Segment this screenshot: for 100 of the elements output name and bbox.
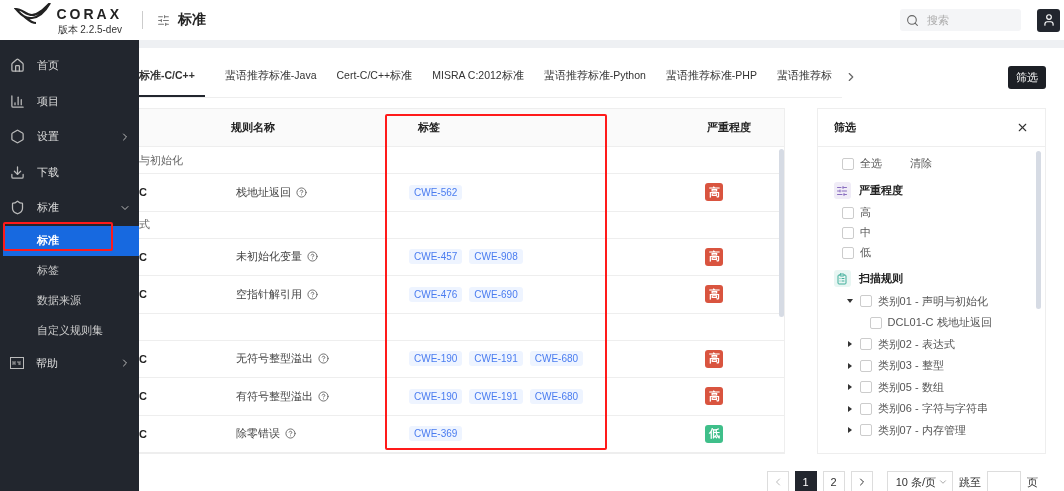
cwe-tag: CWE-680 [529,351,584,367]
rule-name: 栈地址返回 [236,184,291,200]
cwe-tag: CWE-457 [409,249,463,265]
column-header: 严重程度 [706,120,752,135]
tab[interactable]: 蜚语推荐标 [766,56,842,97]
rule-name: 有符号整型溢出 [236,388,313,404]
tree-label: 类别07 - 内存管理 [877,422,966,438]
sidebar-item-icon [10,129,25,145]
sidebar-item-icon [10,164,25,180]
page-title: 标准 [178,11,206,29]
caret-right-icon[interactable] [845,427,854,434]
page-suffix: 页 [1027,474,1038,490]
checkbox[interactable] [841,157,854,170]
tree-label: 类别01 - 声明与初始化 [877,293,988,309]
section-title: 扫描规则 [858,271,903,286]
tab[interactable]: 蜚语推荐标准-PHP [655,56,767,97]
sidebar-subitem[interactable]: 数据来源 [3,285,139,316]
checkbox[interactable] [859,381,872,394]
rule-name: 空指针解引用 [236,286,302,302]
search-input[interactable]: 搜索 [925,13,1005,27]
cwe-tag: CWE-191 [469,388,523,404]
caret-right-icon[interactable] [845,362,854,369]
cwe-tag: CWE-369 [409,426,463,442]
page-input[interactable] [987,471,1021,491]
rule-id: C [139,352,148,365]
tree-label: DCL01-C 栈地址返回 [887,315,992,331]
cwe-tag: CWE-476 [409,286,463,302]
close-icon[interactable] [1016,121,1029,134]
prev-page-button[interactable] [766,471,789,491]
sidebar-item[interactable]: 帮助 [0,345,139,381]
checkbox[interactable] [869,316,882,329]
page-button[interactable]: 2 [822,471,845,491]
filter-button[interactable]: 筛选 [1008,65,1046,89]
sidebar-item[interactable]: 下载 [0,154,139,190]
checkbox[interactable] [859,338,872,351]
caret-down-icon[interactable] [845,298,854,305]
tab[interactable]: 蜚语推荐标准-Python [533,56,656,97]
cwe-tag: CWE-908 [469,249,523,265]
section-title: 严重程度 [858,183,903,198]
search-field[interactable]: 搜索 [900,9,1021,31]
user-icon [1041,13,1056,27]
tree-label: 类别02 - 表达式 [877,336,955,352]
clear-link[interactable]: 清除 [909,156,932,172]
sidebar-subitem[interactable]: 自定义规则集 [3,315,139,346]
help-icon[interactable] [318,390,329,402]
tab[interactable]: 蜚语推荐标准-Java [214,56,327,97]
help-icon[interactable] [296,186,307,198]
sidebar-item[interactable]: 标准 [0,190,139,226]
help-box-icon [10,357,24,370]
rule-id: C [139,427,148,440]
checkbox[interactable] [841,246,854,259]
checkbox[interactable] [859,359,872,372]
checkbox[interactable] [841,206,854,219]
rule-name: 无符号整型溢出 [236,351,313,367]
help-icon[interactable] [307,288,318,300]
tab[interactable]: MISRA C:2012标准 [422,56,534,97]
caret-right-icon[interactable] [845,341,854,348]
tree-label: 类别06 - 字符与字符串 [877,401,988,417]
help-icon[interactable] [285,428,296,440]
caret-right-icon[interactable] [845,384,854,391]
checkbox[interactable] [859,424,872,437]
next-page-button[interactable] [850,471,873,491]
column-header: 标签 [417,120,441,135]
sidebar-item[interactable]: 首页 [0,48,139,84]
severity-badge: 高 [705,247,723,266]
checkbox[interactable] [859,402,872,415]
rule-id: C [139,390,148,403]
bird-logo-icon [14,3,53,25]
chevron-down-icon [938,477,948,487]
page-button[interactable]: 1 [794,471,817,491]
rule-id: C [139,186,148,199]
jump-label: 跳至 [959,474,981,490]
severity-badge: 高 [705,183,723,202]
page-size-select[interactable]: 10 条/页 [886,471,953,491]
sidebar-item[interactable]: 设置 [0,119,139,155]
tab[interactable]: Cert-C/C++标准 [326,56,423,97]
cwe-tag: CWE-190 [409,388,463,404]
option-label: 高 [859,205,871,220]
cwe-tag: CWE-190 [409,351,463,367]
sidebar-item[interactable]: 项目 [0,83,139,119]
caret-right-icon[interactable] [845,405,854,412]
scrollbar[interactable] [1036,151,1041,309]
option-label: 中 [859,225,871,240]
user-button[interactable] [1037,8,1060,32]
checkbox[interactable] [841,226,854,239]
severity-badge: 高 [705,349,723,368]
scrollbar[interactable] [778,149,784,317]
sidebar-subitem[interactable]: 标准 [3,225,139,256]
tab[interactable]: 标准-C/C++ [139,56,205,97]
help-icon[interactable] [307,251,318,263]
severity-badge: 高 [705,387,723,406]
logo-text: CORAX [56,6,122,22]
rule-name: 除零错误 [236,426,280,442]
sidebar-item-icon [10,200,25,216]
cwe-tag: CWE-562 [409,184,463,200]
rule-id: C [139,250,148,263]
sidebar-subitem[interactable]: 标签 [3,255,139,286]
group-label: 式 [139,217,150,232]
help-icon[interactable] [318,353,329,365]
checkbox[interactable] [859,295,872,308]
